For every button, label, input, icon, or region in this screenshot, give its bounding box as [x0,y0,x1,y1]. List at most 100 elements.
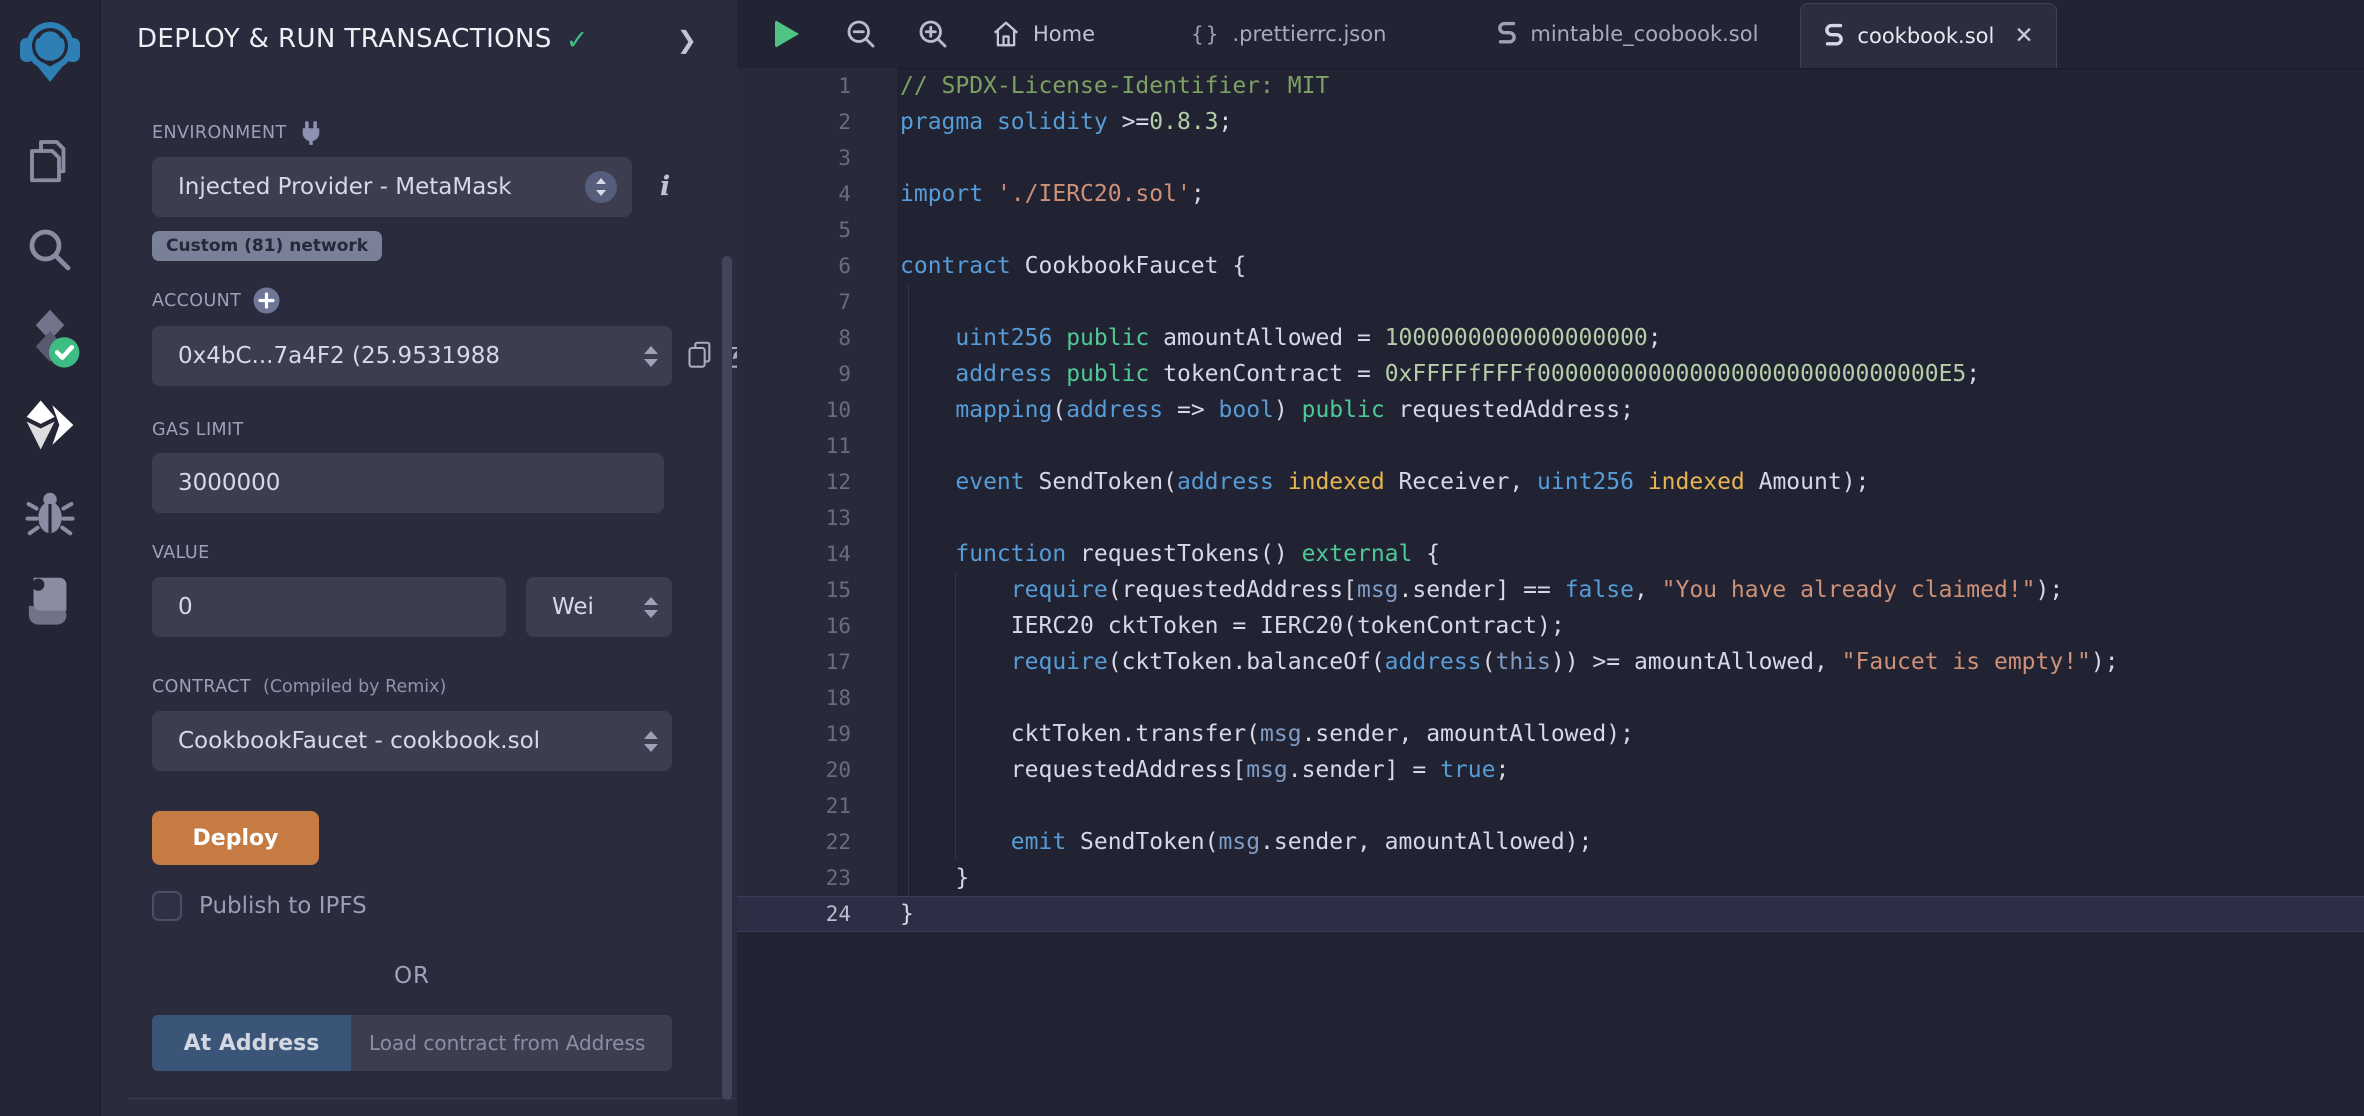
code-line[interactable]: 13 [737,500,2364,536]
line-number: 18 [737,680,897,716]
code-text: contract CookbookFaucet { [897,248,1246,284]
code-text: cktToken.transfer(msg.sender, amountAllo… [897,716,1634,752]
deploy-button[interactable]: Deploy [152,811,319,865]
code-text: uint256 public amountAllowed = 100000000… [897,320,1662,356]
indent-guide [955,572,956,860]
line-number: 7 [737,284,897,320]
copy-account-icon[interactable] [687,341,713,369]
at-address-input[interactable] [351,1015,672,1071]
line-number: 3 [737,140,897,176]
account-select[interactable]: 0x4bC...7a4F2 (25.9531988 [152,326,672,386]
editor-tabbar: Home {} .prettierrc.json mintable_cooboo… [737,0,2364,69]
line-number: 4 [737,176,897,212]
code-line[interactable]: 17 require(cktToken.balanceOf(address(th… [737,644,2364,680]
publish-ipfs-checkbox[interactable] [152,891,182,921]
run-script-icon[interactable] [775,20,799,48]
search-icon[interactable] [23,223,77,277]
environment-info-icon[interactable]: i [660,171,670,202]
code-line[interactable]: 14 function requestTokens() external { [737,536,2364,572]
line-number: 14 [737,536,897,572]
contract-select[interactable]: CookbookFaucet - cookbook.sol [152,711,672,771]
indent-guide [908,284,909,896]
code-line[interactable]: 5 [737,212,2364,248]
network-badge: Custom (81) network [152,231,382,261]
at-address-button[interactable]: At Address [152,1015,351,1071]
add-account-icon[interactable] [253,287,280,314]
code-line[interactable]: 18 [737,680,2364,716]
line-number: 24 [737,896,897,932]
debugger-icon[interactable] [23,486,77,540]
code-text: IERC20 cktToken = IERC20(tokenContract); [897,608,1565,644]
line-number: 20 [737,752,897,788]
line-number: 22 [737,824,897,860]
solidity-file-icon [1496,21,1518,47]
line-number: 15 [737,572,897,608]
code-line[interactable]: 8 uint256 public amountAllowed = 1000000… [737,320,2364,356]
close-tab-icon[interactable]: ✕ [2014,23,2033,49]
code-lines: 1// SPDX-License-Identifier: MIT2pragma … [737,68,2364,932]
contract-stepper-icon [636,731,658,752]
line-number: 5 [737,212,897,248]
plugin-manager-icon[interactable] [24,573,76,627]
line-number: 10 [737,392,897,428]
code-line-current[interactable]: 24} [737,896,2364,932]
solidity-compiler-icon[interactable] [19,305,81,369]
environment-label: ENVIRONMENT [152,120,692,146]
code-line[interactable]: 20 requestedAddress[msg.sender] = true; [737,752,2364,788]
line-number: 12 [737,464,897,500]
contract-label: CONTRACT (Compiled by Remix) [152,677,692,697]
code-text: emit SendToken(msg.sender, amountAllowed… [897,824,1592,860]
code-line[interactable]: 10 mapping(address => bool) public reque… [737,392,2364,428]
deploy-and-run-icon[interactable] [22,398,78,452]
code-text: // SPDX-License-Identifier: MIT [897,68,1329,104]
tab-home[interactable]: Home [991,19,1095,49]
code-line[interactable]: 9 address public tokenContract = 0xFFFFf… [737,356,2364,392]
value-label: VALUE [152,543,692,563]
account-value: 0x4bC...7a4F2 (25.9531988 [178,343,500,369]
code-text [897,212,900,248]
code-text: } [897,896,914,932]
value-input[interactable]: 0 [152,577,506,637]
code-line[interactable]: 11 [737,428,2364,464]
code-line[interactable]: 15 require(requestedAddress[msg.sender] … [737,572,2364,608]
value-unit-select[interactable]: Wei [526,577,672,637]
panel-scrollbar[interactable] [722,256,732,1100]
file-explorer-icon[interactable] [23,133,77,187]
gas-limit-input[interactable]: 3000000 [152,453,664,513]
code-text: import './IERC20.sol'; [897,176,1205,212]
code-line[interactable]: 4import './IERC20.sol'; [737,176,2364,212]
code-text: require(requestedAddress[msg.sender] == … [897,572,2063,608]
environment-select[interactable]: Injected Provider - MetaMask [152,157,632,217]
tab-cookbook-active[interactable]: cookbook.sol ✕ [1800,3,2056,68]
code-line[interactable]: 7 [737,284,2364,320]
contract-sublabel: (Compiled by Remix) [263,677,446,697]
panel-expand-chevron-icon[interactable]: ❯ [677,26,697,54]
code-line[interactable]: 19 cktToken.transfer(msg.sender, amountA… [737,716,2364,752]
plug-icon [299,120,323,146]
code-line[interactable]: 23 } [737,860,2364,896]
code-line[interactable]: 6contract CookbookFaucet { [737,248,2364,284]
line-number: 13 [737,500,897,536]
environment-value: Injected Provider - MetaMask [178,174,512,200]
line-number: 8 [737,320,897,356]
gas-limit-label: GAS LIMIT [152,420,692,440]
zoom-out-icon[interactable] [843,16,879,52]
line-number: 2 [737,104,897,140]
zoom-in-icon[interactable] [915,16,951,52]
code-line[interactable]: 22 emit SendToken(msg.sender, amountAllo… [737,824,2364,860]
code-line[interactable]: 12 event SendToken(address indexed Recei… [737,464,2364,500]
code-line[interactable]: 21 [737,788,2364,824]
code-line[interactable]: 2pragma solidity >=0.8.3; [737,104,2364,140]
solidity-file-icon [1823,23,1845,49]
code-line[interactable]: 16 IERC20 cktToken = IERC20(tokenContrac… [737,608,2364,644]
tab-mintable-coobook[interactable]: mintable_coobook.sol [1496,21,1758,47]
code-line[interactable]: 1// SPDX-License-Identifier: MIT [737,68,2364,104]
remix-logo-icon[interactable] [18,18,82,84]
account-label: ACCOUNT [152,287,692,314]
line-number: 1 [737,68,897,104]
tab-prettierrc[interactable]: {} .prettierrc.json [1191,22,1386,46]
code-editor[interactable]: 1// SPDX-License-Identifier: MIT2pragma … [737,68,2364,1116]
code-text: event SendToken(address indexed Receiver… [897,464,1869,500]
code-text [897,428,900,464]
code-line[interactable]: 3 [737,140,2364,176]
